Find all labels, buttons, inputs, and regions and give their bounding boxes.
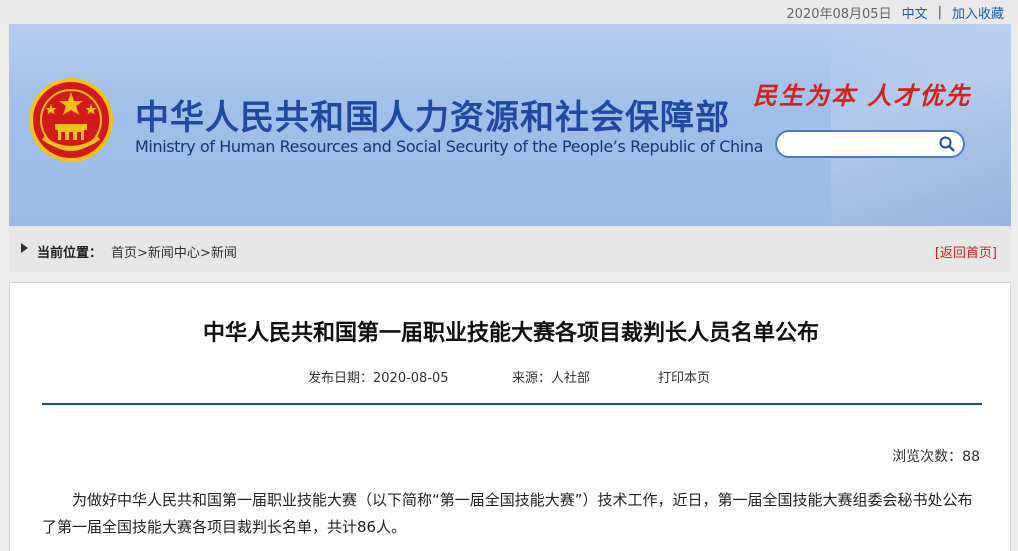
article-title: 中华人民共和国第一届职业技能大赛各项目裁判长人员名单公布 — [202, 321, 819, 346]
ministry-english-name: Ministry of Human Resources and Social S… — [135, 137, 763, 156]
print-link[interactable]: 打印本页 — [658, 367, 710, 386]
slogan: 民生为本 人才优先 — [753, 81, 972, 110]
language-link[interactable]: 中文 — [902, 3, 928, 22]
search-input[interactable] — [787, 133, 941, 157]
article-container: 中华人民共和国第一届职业技能大赛各项目裁判长人员名单公布 发布日期：2020-0… — [9, 282, 1011, 551]
top-bar: 2020年08月05日 中文 | 加入收藏 — [0, 0, 1018, 24]
article-meta: 发布日期：2020-08-05 来源：人社部 打印本页 — [308, 367, 710, 386]
publish-date: 发布日期：2020-08-05 — [308, 371, 449, 386]
title-divider — [42, 403, 982, 405]
breadcrumb-home[interactable]: 首页 — [111, 246, 137, 261]
add-favorite-link[interactable]: 加入收藏 — [952, 3, 1004, 22]
triangle-right-icon — [21, 243, 28, 253]
breadcrumb-label: 当前位置： — [37, 246, 103, 261]
divider: | — [937, 5, 942, 20]
great-wall-background — [831, 24, 1011, 226]
current-date: 2020年08月05日 — [786, 7, 892, 22]
breadcrumb-news[interactable]: 新闻 — [211, 246, 237, 261]
breadcrumb-news-center[interactable]: 新闻中心 — [148, 246, 200, 261]
search-icon[interactable] — [939, 136, 955, 152]
article-source: 来源：人社部 — [512, 371, 591, 386]
breadcrumb-separator: > — [199, 246, 211, 261]
back-home-link[interactable]: [返回首页] — [935, 242, 997, 261]
breadcrumb-path: 首页>新闻中心>新闻 — [111, 242, 237, 261]
breadcrumb-separator: > — [137, 246, 148, 261]
site-banner: 中华人民共和国人力资源和社会保障部 Ministry of Human Reso… — [9, 24, 1011, 226]
ministry-chinese-name: 中华人民共和国人力资源和社会保障部 — [135, 98, 730, 138]
view-count: 浏览次数：88 — [892, 449, 980, 465]
search-box — [775, 130, 965, 158]
article-paragraph: 为做好中华人民共和国第一届职业技能大赛（以下简称“第一届全国技能大赛”）技术工作… — [42, 491, 973, 536]
breadcrumb: 当前位置： 首页>新闻中心>新闻 [返回首页] — [9, 226, 1011, 272]
national-emblem-icon — [29, 78, 113, 162]
